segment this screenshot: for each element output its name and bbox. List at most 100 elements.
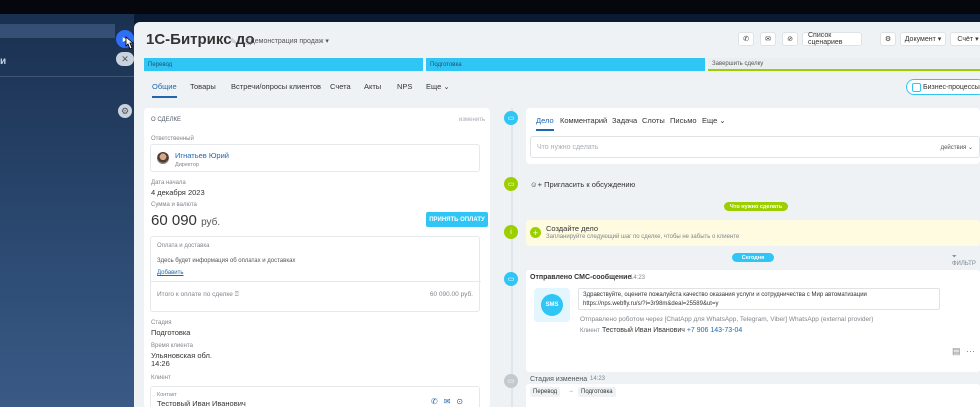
stage-1[interactable]: Перевод <box>144 58 423 71</box>
stage-changed-title: Стадия изменена <box>530 376 588 383</box>
responsible-role: Директор <box>175 162 199 168</box>
start-date-label: Дата начала <box>151 180 186 186</box>
contact-label: Контакт <box>157 392 177 398</box>
tab-email[interactable]: Письмо <box>670 116 697 125</box>
activity-input[interactable]: Что нужно сделать действия ⌄ <box>530 136 980 158</box>
contact-name[interactable]: Тестовый Иван Иванович <box>157 399 246 407</box>
stage-2[interactable]: Подготовка <box>426 58 705 71</box>
sms-client-name: Тестовый Иван Иванович +7 906 143-73-04 <box>602 327 743 334</box>
sms-message: Здравствуйте, оцените пожалуйста качеств… <box>578 288 940 310</box>
tab-more[interactable]: Еще ⌄ <box>426 82 450 91</box>
todo-box[interactable]: + Создайте дело Запланируйте следующий ш… <box>526 220 980 246</box>
payment-box: Оплата и доставка Здесь будет информация… <box>150 236 481 312</box>
tab-invoices[interactable]: Счета <box>330 82 351 91</box>
phone-icon[interactable]: ✆ <box>738 32 754 46</box>
responsible-label: Ответственный <box>151 136 194 142</box>
stage-changed-time: 14:23 <box>590 376 606 382</box>
portal-header-bar <box>0 24 115 38</box>
filter-button[interactable]: ⏷ ФИЛЬТР <box>952 254 980 267</box>
payment-add-link[interactable]: Добавить <box>157 270 184 276</box>
business-process-icon <box>912 83 921 92</box>
stage-to: Подготовка <box>578 387 616 397</box>
tab-acts[interactable]: Акты <box>364 82 381 91</box>
sms-client-label: Клиент <box>580 328 600 334</box>
stage-from: Перевод <box>530 387 561 397</box>
portal-title: и <box>0 56 7 67</box>
mouse-pointer-icon <box>125 36 134 50</box>
note-icon[interactable]: ▤ <box>952 346 961 357</box>
invite-avatar-icon: ☺+ <box>530 180 543 189</box>
client-box: Контакт Тестовый Иван Иванович ✆✉⊙ <box>150 386 480 407</box>
business-processes-button[interactable]: Бизнес-процессы <box>906 79 980 95</box>
portal-background: и <box>0 14 134 407</box>
portal-top-bar <box>0 0 980 14</box>
tab-activity[interactable]: Дело <box>536 116 554 131</box>
stage-finish[interactable]: Завершить сделку <box>708 58 980 71</box>
sum-label: Сумма и валюта <box>151 202 197 208</box>
sms-logo: SMS <box>534 288 570 322</box>
scenarios-button[interactable]: Список сценариев <box>802 32 862 46</box>
sms-time: 14:23 <box>630 275 646 281</box>
today-badge: Сегодня <box>732 253 774 262</box>
stage-label: Стадия <box>151 320 172 326</box>
section-title: о сделке <box>151 117 182 123</box>
total-label: Итого к оплате по сделке ⍰ <box>157 291 239 298</box>
gear-icon[interactable]: ⚙ <box>118 104 132 118</box>
tab-slots[interactable]: Слоты <box>642 116 665 125</box>
actions-dropdown[interactable]: действия ⌄ <box>941 144 973 151</box>
tab-general[interactable]: Общие <box>152 82 177 98</box>
stage-change-card: Стадия изменена 14:23 Перевод → Подготов… <box>526 376 980 407</box>
start-date-value: 4 декабря 2023 <box>151 188 205 197</box>
sms-chat-icon: ▭ <box>504 272 518 286</box>
tab-nps[interactable]: NPS <box>397 82 412 91</box>
tab-more[interactable]: Еще ⌄ <box>702 116 726 125</box>
payment-hint: Здесь будет информация об оплатах и дост… <box>157 258 296 264</box>
tab-comment[interactable]: Комментарий <box>560 116 607 125</box>
tab-products[interactable]: Товары <box>190 82 216 91</box>
edit-link[interactable]: изменить <box>459 117 485 123</box>
activity-placeholder: Что нужно сделать <box>537 144 599 151</box>
responsible-name[interactable]: Игнатьев Юрий <box>175 151 229 160</box>
invoice-button[interactable]: Счёт ▾ <box>950 32 980 46</box>
sms-via: Отправлено роботом через [ChatApp для Wh… <box>580 316 874 323</box>
filter-icon: ⏷ <box>952 254 957 260</box>
sms-card: Отправлено СМС-сообщение 14:23 SMS Здрав… <box>526 270 980 372</box>
settings-gear-icon[interactable]: ⚙ <box>880 32 896 46</box>
stage-value: Подготовка <box>151 328 191 337</box>
todo-badge: Что нужно сделать <box>724 202 788 211</box>
timeline-line <box>511 108 513 407</box>
responsible-box: Игнатьев Юрий Директор <box>150 144 480 172</box>
divider <box>151 281 481 282</box>
more-dots-icon[interactable]: ⋯ <box>966 346 975 357</box>
mail-icon[interactable]: ✉ <box>760 32 776 46</box>
deal-slider: 1С-Битрикс до ✎ ⎘ Демонстрация продаж ▾ … <box>134 22 980 407</box>
invite-discussion[interactable]: ☺+ Пригласить к обсуждению <box>530 180 635 189</box>
document-button[interactable]: Документ ▾ <box>900 32 946 46</box>
todo-title: Создайте дело <box>546 224 599 233</box>
sms-text-1: Здравствуйте, оцените пожалуйста качеств… <box>583 292 867 298</box>
block-icon[interactable]: ⊘ <box>782 32 798 46</box>
avatar <box>157 152 169 164</box>
stage-change-icon: ▭ <box>504 374 518 388</box>
stage-bar: Перевод Подготовка Завершить сделку <box>144 58 980 71</box>
todo-hint: Запланируйте следующий шаг по сделке, чт… <box>546 234 740 240</box>
help-icon[interactable]: ⍰ <box>235 291 239 298</box>
tab-meetings[interactable]: Встречи/опросы клиентов <box>231 82 321 91</box>
chat-bubble-icon: ▭ <box>504 177 518 191</box>
deal-header: 1С-Битрикс до ✎ ⎘ Демонстрация продаж ▾ … <box>134 22 980 56</box>
sum-value: 60 090 руб. <box>151 212 221 229</box>
close-icon[interactable]: ✕ <box>116 52 134 66</box>
plus-icon[interactable]: + <box>530 227 541 238</box>
divider <box>0 76 134 77</box>
deal-tabs: Общие Товары Встречи/опросы клиентов Сче… <box>134 74 980 102</box>
client-time-value: 14:26 <box>151 359 170 368</box>
contact-actions-icon[interactable]: ✆✉⊙ <box>431 397 469 406</box>
arrow-right-icon: → <box>568 388 574 394</box>
accept-payment-button[interactable]: ПРИНЯТЬ ОПЛАТУ <box>426 212 488 227</box>
client-time-label: Время клиента <box>151 343 193 349</box>
total-value: 60 090.00 руб. <box>429 291 473 298</box>
category-selector[interactable]: Демонстрация продаж ▾ <box>250 37 329 45</box>
payment-title: Оплата и доставка <box>157 243 210 249</box>
tab-task[interactable]: Задача <box>612 116 637 125</box>
chat-icon: ▭ <box>504 111 518 125</box>
